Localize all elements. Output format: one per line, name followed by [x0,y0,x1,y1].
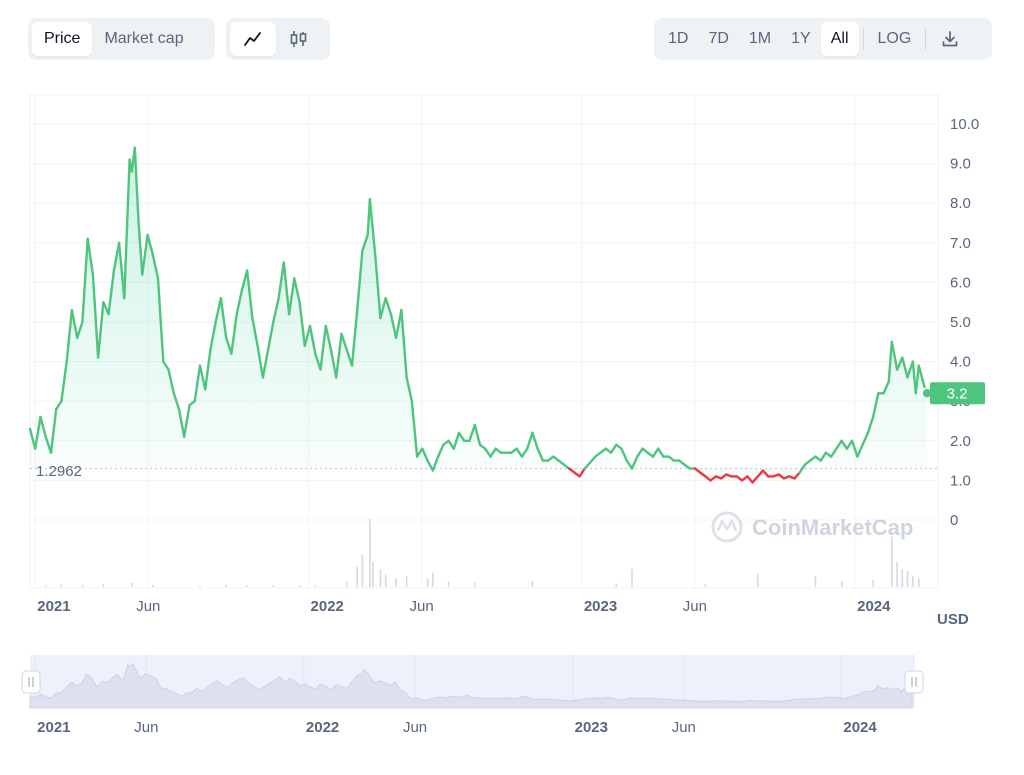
x-tick-label: 2021 [37,598,70,615]
baseline-value-label: 1.2962 [36,463,82,480]
price-area-fill [30,147,928,483]
volume-bar [531,581,534,587]
y-tick-label: 4.0 [950,354,971,371]
volume-bar [840,581,843,587]
volume-bar [631,569,633,587]
volume-bar [395,578,397,587]
volume-bar [704,584,707,587]
x-tick-label: 2024 [857,598,891,615]
navigator-x-tick-label: 2022 [306,719,339,736]
navigator-right-handle[interactable] [904,670,924,694]
volume-bar [246,585,248,587]
y-tick-label: 10.0 [950,116,979,133]
volume-bar [199,585,201,587]
volume-bar [906,571,909,587]
navigator-x-tick-label: Jun [403,719,427,736]
volume-bar [225,584,227,587]
volume-bar [102,584,105,587]
x-axis: 2021 Jun 2022 Jun 2023 Jun 2024 [37,598,891,615]
volume-bar [447,581,450,587]
volume-bar [60,584,63,587]
volume-bar [44,585,47,587]
volume-bar [345,581,348,587]
volume-bar [615,583,618,587]
price-chart[interactable]: CoinMarketCap 1.2962 01.02.03.04.05.06.0… [0,0,1024,640]
navigator-x-tick-label: Jun [672,719,696,736]
watermark-logo [711,511,743,543]
volume-bar [81,584,84,587]
volume-bar [369,518,371,587]
volume-bar [372,561,374,587]
current-price-label: 3.2 [947,385,968,402]
volume-bar [432,572,434,587]
volume-bar [298,585,301,587]
y-tick-label: 6.0 [950,274,971,291]
volume-bar [356,566,359,587]
y-tick-label: 1.0 [950,472,971,489]
volume-bar [473,582,476,587]
y-axis: 01.02.03.04.05.06.07.08.09.010.0 [950,116,979,529]
navigator-x-tick-label: Jun [134,719,158,736]
y-tick-label: 2.0 [950,433,971,450]
y-tick-label: 8.0 [950,195,971,212]
navigator-x-tick-label: 2024 [843,719,877,736]
navigator-x-axis: 2021 Jun 2022 Jun 2023 Jun 2024 [37,719,877,736]
volume-bar [756,574,759,587]
y-tick-label: 7.0 [950,235,971,252]
volume-bar [379,569,382,587]
volume-bar [131,582,133,587]
navigator-left-handle[interactable] [21,670,41,694]
x-tick-label: Jun [136,598,160,615]
x-tick-label: Jun [410,598,434,615]
volume-bar [272,584,275,587]
x-tick-label: Jun [683,598,707,615]
y-tick-label: 5.0 [950,314,971,331]
currency-label: USD [937,611,969,628]
navigator-x-tick-label: 2023 [575,719,608,736]
x-tick-label: 2023 [584,598,617,615]
volume-bar [384,574,387,587]
volume-bar [426,578,429,587]
volume-bar [896,561,898,587]
volume-bar [901,569,904,587]
volume-bar [361,554,364,587]
volume-bar [891,536,893,587]
navigator-x-tick-label: 2021 [37,719,70,736]
x-tick-label: 2022 [311,598,344,615]
y-tick-label: 9.0 [950,156,971,173]
watermark-text: CoinMarketCap [752,515,913,540]
volume-bar [911,576,914,587]
volume-bar [872,579,874,587]
volume-bar [405,576,408,587]
range-navigator[interactable]: 2021 Jun 2022 Jun 2023 Jun 2024 [0,640,1024,760]
volume-bar [814,576,817,587]
volume-bar [917,578,920,587]
y-tick-label: 0 [950,512,958,529]
volume-bar [314,585,317,587]
volume-bar [151,584,154,587]
